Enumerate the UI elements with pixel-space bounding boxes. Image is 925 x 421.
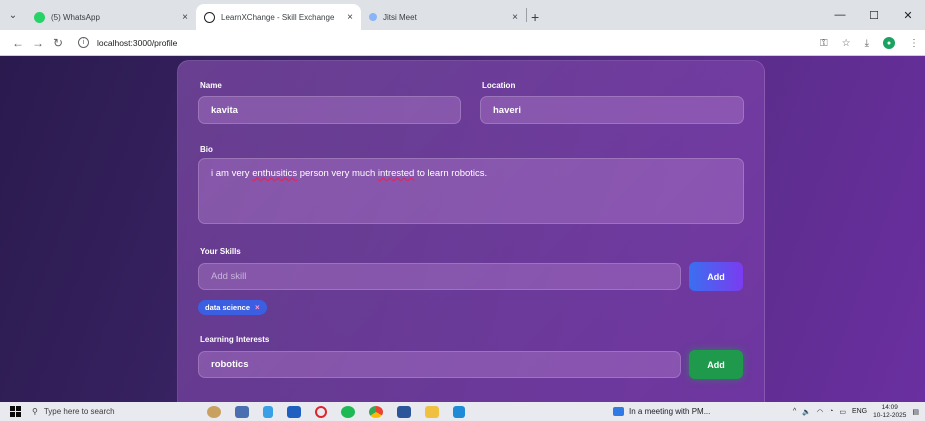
pinned-app-icon[interactable]	[263, 405, 273, 418]
skill-input-placeholder: Add skill	[211, 271, 247, 282]
jitsi-icon	[369, 13, 377, 21]
folder-icon[interactable]	[425, 405, 439, 418]
name-input[interactable]: kavita	[198, 96, 461, 124]
taskbar-search-placeholder: Type here to search	[43, 407, 115, 416]
toolbar-actions: ⚿ ☆ ⤓ ● ⋮	[820, 30, 919, 56]
location-label: Location	[482, 81, 516, 90]
add-interest-button[interactable]: Add	[689, 350, 743, 379]
search-icon: ⚲	[32, 407, 38, 416]
tab-search-chevron-icon[interactable]: ⌄	[0, 0, 26, 30]
tab-whatsapp[interactable]: (5) WhatsApp ×	[26, 4, 196, 30]
skill-input[interactable]: Add skill	[198, 263, 681, 290]
bio-misspelled-word: enthusitics	[252, 168, 298, 179]
clock[interactable]: 14:09 10-12-2025	[873, 404, 906, 420]
language-indicator[interactable]: ENG	[852, 408, 867, 415]
profile-avatar-icon[interactable]: ●	[883, 37, 895, 49]
bio-textarea[interactable]: i am very enthusitics person very much i…	[198, 158, 744, 224]
globe-icon	[204, 11, 215, 23]
battery-icon[interactable]: ▭	[839, 408, 846, 416]
window-controls: — ☐ ✕	[823, 0, 925, 30]
meeting-text: In a meeting with PM...	[629, 407, 711, 416]
forward-arrow-icon[interactable]: →	[28, 36, 48, 50]
notification-icon[interactable]: ▤	[912, 408, 919, 416]
volume-icon[interactable]: 🔈	[802, 408, 811, 416]
password-key-icon[interactable]: ⚿	[820, 38, 828, 49]
tab-close-button[interactable]: ×	[182, 12, 188, 23]
taskbar-apps	[207, 405, 465, 418]
location-input[interactable]: haveri	[480, 96, 744, 124]
browser-tab-strip: ⌄ (5) WhatsApp × LearnXChange - Skill Ex…	[0, 0, 925, 30]
minimize-icon[interactable]: —	[823, 0, 857, 30]
skill-chip-label: data science	[205, 303, 251, 312]
network-icon[interactable]: ◠	[817, 408, 823, 416]
new-tab-button[interactable]: +	[531, 4, 539, 30]
address-bar[interactable]: i localhost:3000/profile	[78, 34, 177, 52]
windows-logo-icon	[9, 406, 21, 417]
bio-label: Bio	[200, 145, 213, 154]
tab-title: (5) WhatsApp	[51, 12, 100, 22]
tab-close-button[interactable]: ×	[512, 12, 518, 23]
interests-label: Learning Interests	[200, 335, 270, 344]
name-label: Name	[200, 81, 222, 90]
chrome-icon[interactable]	[369, 405, 383, 418]
vscode-icon[interactable]	[453, 405, 465, 418]
spotify-icon[interactable]	[341, 405, 355, 418]
windows-taskbar: ⚲ Type here to search In a meeting with …	[0, 402, 925, 421]
tab-close-button[interactable]: ×	[347, 12, 353, 23]
news-weather-icon[interactable]	[207, 405, 221, 418]
meeting-indicator[interactable]: In a meeting with PM...	[613, 402, 710, 421]
add-skill-button[interactable]: Add	[689, 262, 743, 291]
remove-skill-button[interactable]: ×	[255, 303, 260, 312]
bookmark-star-icon[interactable]: ☆	[842, 38, 851, 49]
url-text: localhost:3000/profile	[97, 37, 178, 48]
profile-page: Name kavita Location haveri Bio i am ver…	[0, 56, 925, 402]
clock-date: 10-12-2025	[873, 411, 907, 419]
site-info-icon[interactable]: i	[78, 37, 89, 48]
close-window-icon[interactable]: ✕	[891, 0, 925, 30]
word-icon[interactable]	[397, 405, 411, 418]
opera-icon[interactable]	[315, 405, 327, 418]
windows-start-button[interactable]	[4, 406, 26, 417]
bio-text-part: i am very	[211, 168, 253, 179]
browser-toolbar: ← → ↻ i localhost:3000/profile ⚿ ☆ ⤓ ● ⋮	[0, 30, 925, 56]
tab-learnxchange[interactable]: LearnXChange - Skill Exchange ×	[196, 4, 361, 30]
tab-title: Jitsi Meet	[383, 12, 417, 22]
meeting-icon	[613, 407, 624, 416]
store-icon[interactable]	[287, 405, 301, 418]
profile-card: Name kavita Location haveri Bio i am ver…	[177, 60, 765, 402]
download-icon[interactable]: ⤓	[865, 38, 869, 49]
tab-jitsi[interactable]: Jitsi Meet ×	[361, 4, 526, 30]
back-arrow-icon[interactable]: ←	[8, 36, 28, 50]
bio-misspelled-word: intrested	[377, 168, 415, 179]
tab-separator	[526, 8, 527, 22]
menu-dots-icon[interactable]: ⋮	[909, 38, 919, 49]
taskbar-search-box[interactable]: ⚲ Type here to search	[26, 402, 161, 421]
system-tray: ^ 🔈 ◠ ◔ ▭ ENG 14:09 10-12-2025 ▤	[793, 402, 919, 421]
wifi-icon[interactable]: ◔	[829, 408, 833, 415]
reload-icon[interactable]: ↻	[48, 36, 68, 50]
skills-label: Your Skills	[200, 247, 241, 256]
bio-text-part: person very much	[297, 168, 378, 179]
whatsapp-icon	[34, 11, 45, 23]
bio-text-part: to learn robotics.	[414, 168, 488, 179]
interest-input[interactable]: robotics	[198, 351, 681, 378]
tab-title: LearnXChange - Skill Exchange	[221, 12, 335, 22]
clock-time: 14:09	[881, 403, 898, 411]
skill-chip: data science ×	[198, 300, 267, 315]
file-explorer-icon[interactable]	[235, 405, 249, 418]
maximize-icon[interactable]: ☐	[857, 0, 891, 30]
tray-chevron-icon[interactable]: ^	[793, 408, 796, 415]
